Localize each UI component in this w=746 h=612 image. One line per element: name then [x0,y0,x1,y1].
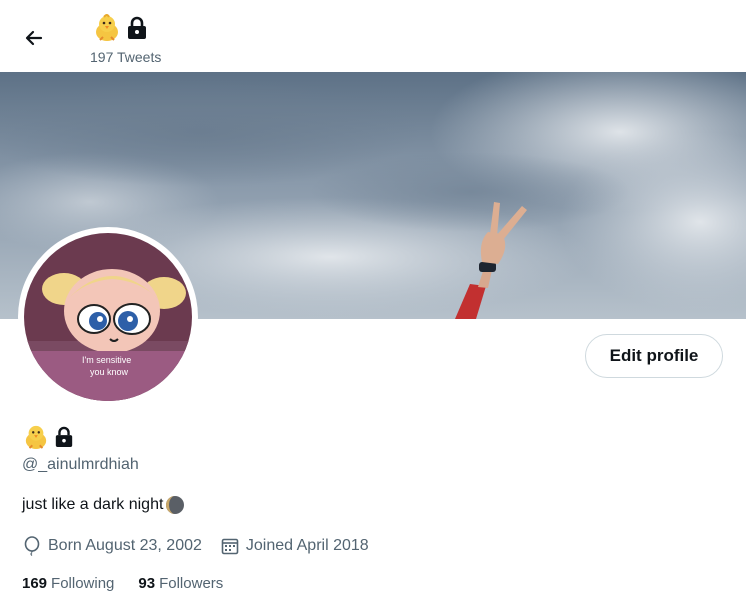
join-date: Joined April 2018 [220,536,369,556]
birthday-text: Born August 23, 2002 [48,537,202,554]
followers-label: Followers [159,575,224,592]
back-button[interactable] [20,24,48,52]
tweet-count: 197 Tweets [90,49,162,65]
profile-header-bar: 197 Tweets [0,0,746,72]
user-handle: @_ainulmrdhiah [22,456,139,473]
lock-icon [55,426,73,447]
chick-emoji [96,14,118,41]
back-arrow-icon [25,30,43,46]
following-link[interactable]: 169 Following [22,575,114,592]
display-name [24,424,74,450]
moon-emoji [166,496,185,514]
follow-stats: 169 Following 93 Followers [22,575,223,592]
profile-meta: Born August 23, 2002 Joined April 2018 [22,536,387,556]
birthday: Born August 23, 2002 [22,536,202,556]
following-label: Following [51,575,115,592]
lock-icon [128,16,146,39]
chick-emoji [25,425,47,449]
avatar-caption-line1: I'm sensitive [82,355,131,365]
following-count: 169 [22,575,48,592]
profile-avatar[interactable]: I'm sensitive you know [22,231,194,403]
edit-profile-button[interactable]: Edit profile [585,334,723,378]
followers-count: 93 [138,575,156,592]
followers-link[interactable]: 93 Followers [138,575,223,592]
avatar-caption-line2: you know [90,367,129,377]
joined-text: Joined April 2018 [245,537,369,554]
avatar-image: I'm sensitive you know [24,233,192,401]
calendar-icon [221,538,239,555]
profile-bio: just like a dark night [22,495,185,515]
bio-text: just like a dark night [22,496,164,513]
display-name-emojis [94,14,148,42]
balloon-icon [24,536,40,556]
